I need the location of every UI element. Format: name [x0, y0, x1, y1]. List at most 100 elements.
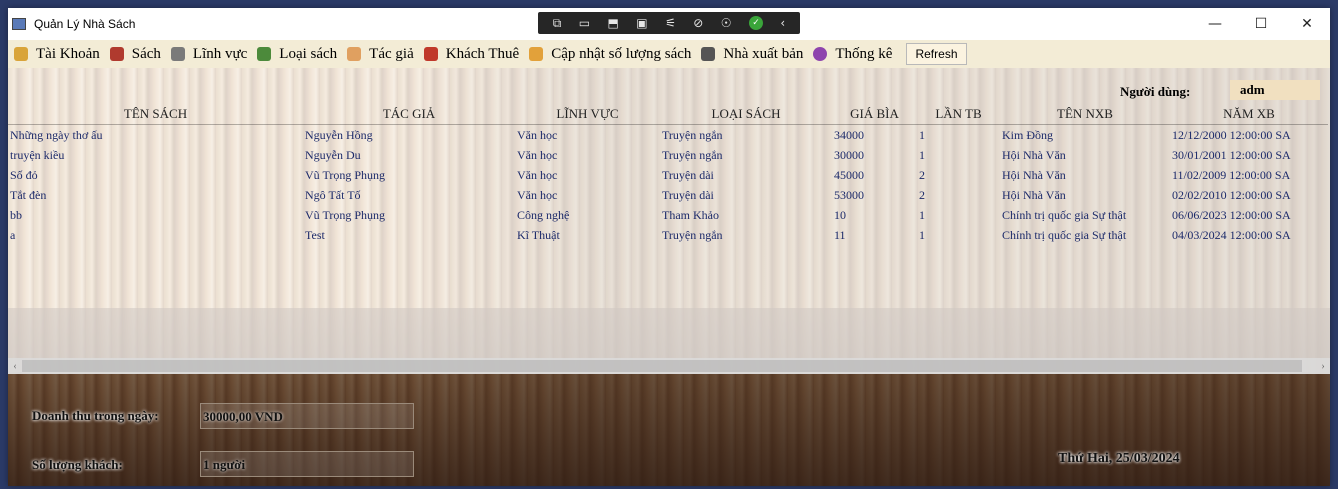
menu-loai-sach[interactable]: Loại sách	[257, 46, 337, 63]
menu-thong-ke[interactable]: Thống kê	[813, 46, 892, 63]
table-cell: a	[10, 227, 16, 242]
revenue-field[interactable]: 30000,00 VND	[200, 403, 414, 429]
close-icon: ✕	[1301, 16, 1313, 32]
title-bar: Quản Lý Nhà Sách ⧉ ▭ ⬒ ▣ ⚟ ⊘ ☉ ✓ ‹ — ☐ ✕	[8, 8, 1330, 40]
menu-label: Tài Khoản	[36, 45, 100, 62]
customer-count-field[interactable]: 1 người	[200, 451, 414, 477]
book-icon	[109, 47, 124, 61]
column-header[interactable]: LẦN TB	[917, 104, 1000, 125]
scroll-left-icon[interactable]: ‹	[8, 358, 22, 374]
window-controls: — ☐ ✕	[1192, 8, 1330, 40]
hot-reload-icon[interactable]: ⊘	[693, 16, 703, 30]
table-cell: Kim Đồng	[1002, 127, 1053, 142]
menu-cap-nhat-so-luong[interactable]: Cập nhật số lượng sách	[529, 46, 691, 63]
column-header[interactable]: TÊN NXB	[1000, 104, 1170, 125]
scroll-right-icon[interactable]: ›	[1316, 358, 1330, 374]
table-cell: Chính trị quốc gia Sự thật	[1002, 227, 1127, 242]
table-cell: Văn học	[517, 187, 558, 202]
column-header[interactable]: TÊN SÁCH	[8, 104, 303, 125]
menu-label: Lĩnh vực	[192, 45, 248, 62]
books-stack-icon	[257, 47, 272, 61]
user-value: adm	[1230, 80, 1320, 100]
menu-sach[interactable]: Sách	[109, 46, 161, 63]
table-cell: Truyện dài	[662, 167, 714, 182]
binding-failures-icon[interactable]: ⚟	[665, 16, 676, 30]
table-cell: Ngô Tất Tố	[305, 187, 361, 202]
table-cell: Hội Nhà Văn	[1002, 167, 1066, 182]
collapse-chevron-icon[interactable]: ‹	[780, 16, 785, 30]
user-icon	[14, 47, 28, 61]
scrollbar-thumb[interactable]	[22, 360, 1302, 372]
column-header[interactable]: LĨNH VỰC	[515, 104, 660, 125]
table-cell: 53000	[834, 187, 864, 202]
menu-tac-gia[interactable]: Tác giả	[347, 46, 414, 63]
table-row[interactable]: a Test Kĩ Thuật Truyện ngắn 11 1 Chính t…	[8, 225, 1328, 245]
table-cell: 30000	[834, 147, 864, 162]
stats-icon	[813, 47, 828, 61]
table-cell: Vũ Trọng Phụng	[305, 207, 386, 222]
table-cell: Truyện ngắn	[662, 227, 723, 242]
table-cell: Văn học	[517, 147, 558, 162]
debug-toolbar: ⧉ ▭ ⬒ ▣ ⚟ ⊘ ☉ ✓ ‹	[538, 12, 800, 34]
table-cell: Số đỏ	[10, 167, 38, 182]
table-cell: Nguyễn Hồng	[305, 127, 373, 142]
table-cell: Truyện dài	[662, 187, 714, 202]
refresh-button[interactable]: Refresh	[906, 43, 967, 65]
table-cell: Hội Nhà Văn	[1002, 147, 1066, 162]
update-icon	[529, 47, 544, 61]
customer-icon	[423, 47, 438, 61]
menu-nha-xuat-ban[interactable]: Nhà xuất bản	[701, 46, 803, 63]
menu-label: Khách Thuê	[445, 45, 520, 62]
minimize-button[interactable]: —	[1192, 8, 1238, 40]
track-focus-icon[interactable]: ▣	[636, 16, 647, 30]
live-tree-icon[interactable]: ⧉	[553, 16, 562, 31]
table-cell: 45000	[834, 167, 864, 182]
table-cell: Văn học	[517, 167, 558, 182]
table-row[interactable]: Số đỏ Vũ Trọng Phụng Văn học Truyện dài …	[8, 165, 1328, 185]
table-row[interactable]: Những ngày thơ ấu Nguyễn Hồng Văn học Tr…	[8, 125, 1328, 146]
app-icon	[12, 18, 26, 30]
column-header[interactable]: NĂM XB	[1170, 104, 1328, 125]
table-cell: 1	[919, 207, 925, 222]
table-cell: 02/02/2010 12:00:00 SA	[1172, 187, 1291, 202]
maximize-button[interactable]: ☐	[1238, 8, 1284, 40]
menu-tai-khoan[interactable]: Tài Khoản	[14, 46, 100, 63]
column-header[interactable]: LOẠI SÁCH	[660, 104, 832, 125]
author-icon	[347, 47, 362, 61]
table-cell: Hội Nhà Văn	[1002, 187, 1066, 202]
column-header[interactable]: GIÁ BÌA	[832, 104, 917, 125]
table-cell: 1	[919, 147, 925, 162]
table-cell: 11/02/2009 12:00:00 SA	[1172, 167, 1291, 182]
table-cell: truyện kiều	[10, 147, 65, 162]
column-header[interactable]: TÁC GIẢ	[303, 104, 515, 125]
table-cell: 04/03/2024 12:00:00 SA	[1172, 227, 1291, 242]
table-cell: Tham Khảo	[662, 207, 719, 222]
check-icon[interactable]: ✓	[748, 16, 763, 30]
menu-label: Loại sách	[279, 45, 338, 62]
book-table[interactable]: TÊN SÁCH TÁC GIẢ LĨNH VỰC LOẠI SÁCH GIÁ …	[8, 104, 1328, 245]
accessibility-icon[interactable]: ☉	[721, 16, 732, 30]
table-cell: 1	[919, 227, 925, 242]
table-cell: 2	[919, 167, 925, 182]
display-layout-icon[interactable]: ⬒	[608, 16, 619, 30]
user-label: Người dùng:	[1120, 84, 1191, 99]
menu-label: Thống kê	[835, 45, 893, 62]
close-button[interactable]: ✕	[1284, 8, 1330, 40]
clipboard-icon	[170, 47, 185, 61]
table-cell: Văn học	[517, 127, 558, 142]
menu-linh-vuc[interactable]: Lĩnh vực	[170, 45, 248, 63]
table-cell: Kĩ Thuật	[517, 227, 560, 242]
horizontal-scrollbar[interactable]: ‹ ›	[8, 358, 1330, 374]
menu-khach-thue[interactable]: Khách Thuê	[423, 45, 520, 63]
select-element-icon[interactable]: ▭	[579, 16, 590, 30]
menu-label: Cập nhật số lượng sách	[551, 45, 692, 62]
table-cell: Vũ Trọng Phụng	[305, 167, 386, 182]
table-row[interactable]: Tắt đèn Ngô Tất Tố Văn học Truyện dài 53…	[8, 185, 1328, 205]
publisher-icon	[701, 47, 716, 61]
table-cell: Chính trị quốc gia Sự thật	[1002, 207, 1127, 222]
maximize-icon: ☐	[1254, 16, 1268, 32]
table-cell: Truyện ngắn	[662, 147, 723, 162]
table-header-row: TÊN SÁCH TÁC GIẢ LĨNH VỰC LOẠI SÁCH GIÁ …	[8, 104, 1328, 125]
table-row[interactable]: bb Vũ Trọng Phụng Công nghệ Tham Khảo 10…	[8, 205, 1328, 225]
table-row[interactable]: truyện kiều Nguyễn Du Văn học Truyện ngắ…	[8, 145, 1328, 165]
